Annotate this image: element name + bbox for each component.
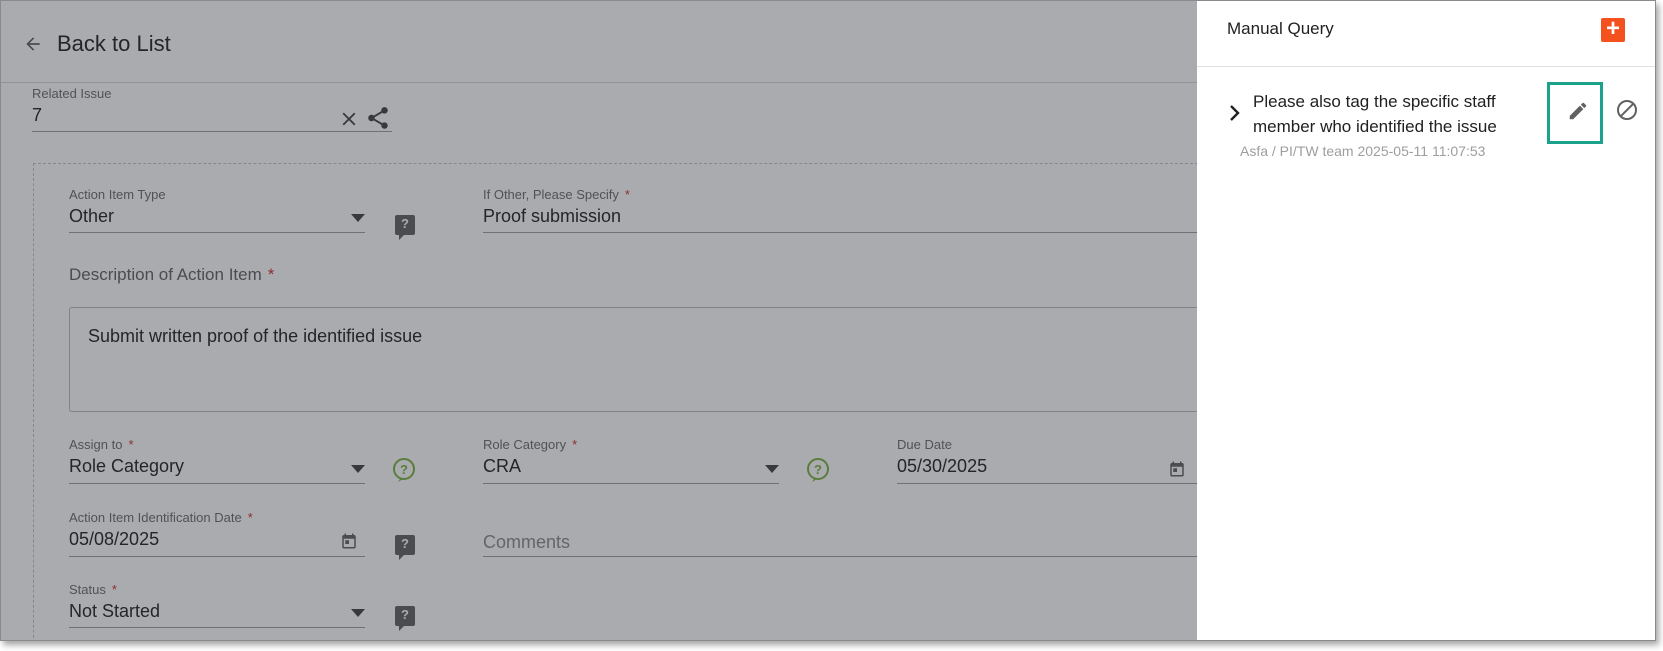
query-text: Please also tag the specific staff membe… (1253, 92, 1497, 136)
modal-backdrop[interactable] (1, 1, 1197, 640)
query-timestamp: 2025-05-11 11:07:53 (1357, 143, 1486, 159)
app-window: Back to List Related Issue 7 Action Item… (0, 0, 1656, 641)
query-author: Asfa (1240, 143, 1269, 159)
query-meta: Asfa / PI/TW team 2025-05-11 11:07:53 (1240, 143, 1485, 159)
query-team: / PI/TW team (1271, 143, 1354, 159)
panel-header: Manual Query + (1197, 1, 1655, 67)
panel-title: Manual Query (1227, 19, 1334, 38)
add-query-button[interactable]: + (1601, 17, 1625, 42)
block-icon[interactable] (1615, 98, 1639, 122)
manual-query-panel: Manual Query + Please also tag the speci… (1197, 1, 1655, 640)
chevron-right-icon[interactable] (1229, 105, 1241, 121)
pencil-icon[interactable] (1567, 100, 1589, 122)
action-item-form: Back to List Related Issue 7 Action Item… (1, 1, 1213, 640)
